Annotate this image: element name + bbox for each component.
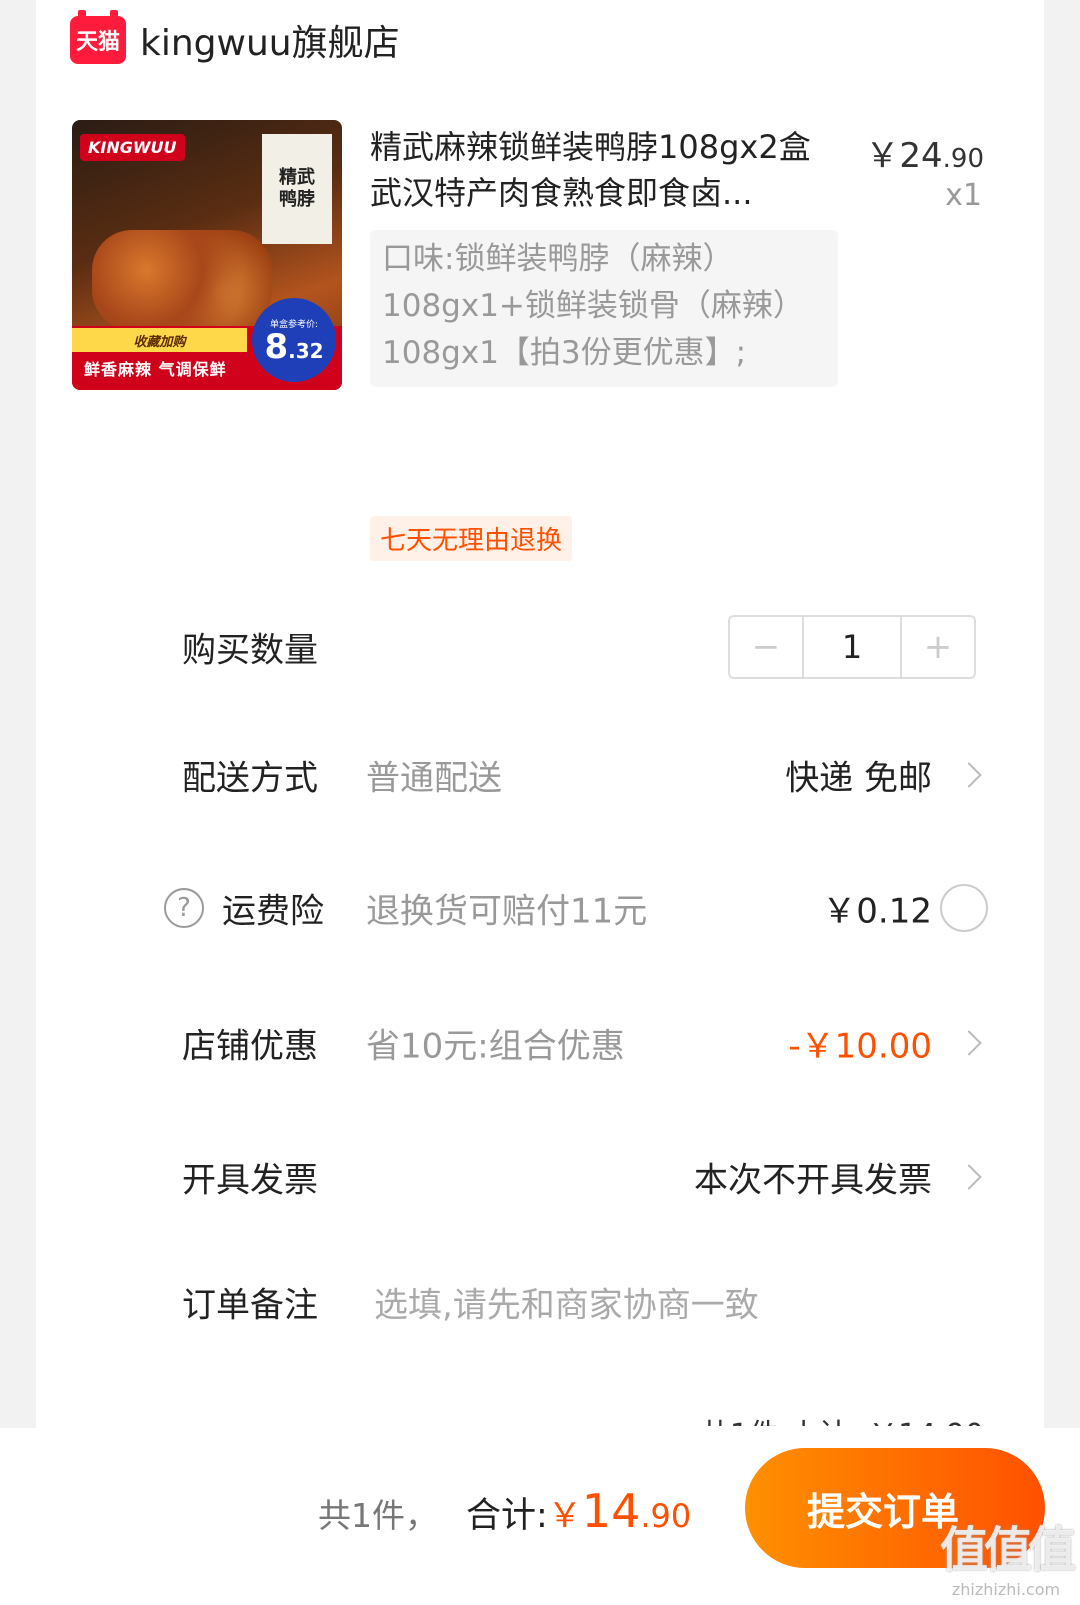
product-price: ￥24.90 bbox=[865, 136, 984, 176]
quantity-value[interactable]: 1 bbox=[802, 617, 902, 677]
note-label: 订单备注 bbox=[182, 1285, 318, 1326]
quantity-label: 购买数量 bbox=[182, 630, 318, 671]
item-count: 共1件， bbox=[318, 1496, 438, 1535]
shop-header[interactable]: 天猫 kingwuu旗舰店 bbox=[70, 10, 400, 66]
product-image-brand: KINGWUU bbox=[80, 134, 185, 161]
box-label-1: 精武 bbox=[279, 167, 315, 189]
watermark-url: zhizhizhi.com bbox=[951, 1580, 1061, 1599]
total-decimal: .90 bbox=[640, 1497, 692, 1535]
increase-button[interactable]: + bbox=[902, 617, 974, 677]
product-title[interactable]: 精武麻辣锁鲜装鸭脖108gx2盒武汉特产肉食熟食即食卤... bbox=[370, 124, 840, 216]
chevron-right-icon bbox=[956, 1030, 982, 1056]
chevron-right-icon bbox=[956, 762, 982, 788]
product-image-food bbox=[92, 230, 272, 330]
product-image-box: 精武 鸭脖 bbox=[262, 134, 332, 244]
insurance-desc: 退换货可赔付11元 bbox=[366, 891, 648, 932]
discount-row[interactable]: 店铺优惠 省10元:组合优惠 -￥10.00 bbox=[36, 1003, 1044, 1083]
insurance-row: ? 运费险 退换货可赔付11元 ￥0.12 bbox=[36, 868, 1044, 948]
delivery-desc: 普通配送 bbox=[366, 758, 502, 799]
product-quantity: x1 bbox=[945, 178, 982, 213]
product-image-banner-top: 收藏加购 bbox=[72, 328, 247, 352]
order-card: 天猫 kingwuu旗舰店 KINGWUU 精武 鸭脖 收藏加购 鲜香麻辣 气调… bbox=[36, 0, 1044, 1460]
total-integer: 14 bbox=[581, 1484, 641, 1538]
delivery-label: 配送方式 bbox=[182, 758, 318, 799]
chevron-right-icon bbox=[956, 1164, 982, 1190]
subtotal: 共1件 小计: ￥14.90 bbox=[700, 1410, 984, 1426]
quantity-stepper[interactable]: − 1 + bbox=[728, 615, 976, 679]
order-total: 共1件， 合计: ￥ 14 .90 bbox=[318, 1484, 691, 1538]
total-currency: ￥ bbox=[547, 1496, 582, 1536]
tmall-logo: 天猫 bbox=[70, 10, 126, 64]
insurance-radio[interactable] bbox=[940, 884, 988, 932]
quantity-row: 购买数量 − 1 + bbox=[36, 607, 1044, 687]
discount-desc: 省10元:组合优惠 bbox=[366, 1026, 625, 1067]
invoice-value: 本次不开具发票 bbox=[694, 1160, 932, 1201]
discount-value: -￥10.00 bbox=[788, 1026, 932, 1067]
discount-label: 店铺优惠 bbox=[182, 1026, 318, 1067]
watermark: 值值值 zhizhizhi.com bbox=[939, 1510, 1076, 1599]
insurance-price: ￥0.12 bbox=[822, 891, 932, 932]
decrease-button[interactable]: − bbox=[730, 617, 802, 677]
note-input[interactable]: 选填,请先和商家协商一致 bbox=[374, 1278, 759, 1327]
product-image[interactable]: KINGWUU 精武 鸭脖 收藏加购 鲜香麻辣 气调保鲜 单盒参考价: 8.32 bbox=[72, 120, 342, 390]
insurance-label: 运费险 bbox=[222, 891, 324, 932]
invoice-row[interactable]: 开具发票 本次不开具发票 bbox=[36, 1137, 1044, 1217]
product-image-banner-text: 鲜香麻辣 气调保鲜 bbox=[84, 360, 227, 379]
product-image-price-badge: 单盒参考价: 8.32 bbox=[252, 298, 336, 382]
shop-name[interactable]: kingwuu旗舰店 bbox=[140, 14, 400, 66]
return-policy-tag: 七天无理由退换 bbox=[370, 516, 573, 561]
box-label-2: 鸭脖 bbox=[279, 189, 315, 210]
watermark-logo: 值值值 bbox=[939, 1522, 1076, 1578]
invoice-label: 开具发票 bbox=[182, 1160, 318, 1201]
total-label: 合计: bbox=[466, 1496, 548, 1536]
note-row: 订单备注 选填,请先和商家协商一致 bbox=[36, 1262, 1044, 1342]
help-icon[interactable]: ? bbox=[164, 888, 204, 928]
delivery-row[interactable]: 配送方式 普通配送 快递 免邮 bbox=[36, 735, 1044, 815]
bottom-bar: 共1件， 合计: ￥ 14 .90 提交订单 值值值 zhizhizhi.com bbox=[0, 1428, 1080, 1605]
price-badge-value: 8.32 bbox=[264, 326, 324, 367]
delivery-value: 快递 免邮 bbox=[785, 758, 932, 799]
product-spec[interactable]: 口味:锁鲜装鸭脖（麻辣）108gx1+锁鲜装锁骨（麻辣）108gx1【拍3份更优… bbox=[370, 230, 838, 387]
